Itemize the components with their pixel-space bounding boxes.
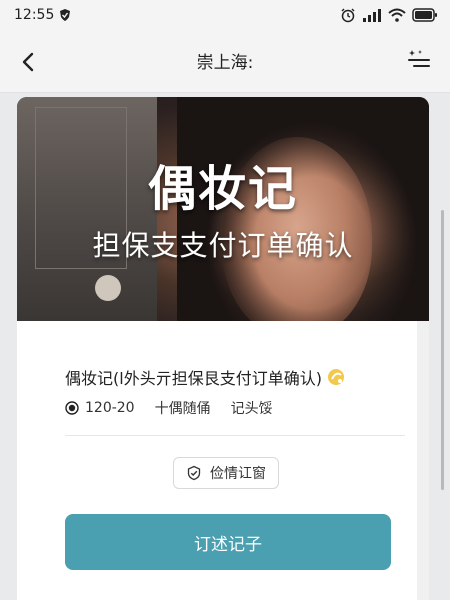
wifi-icon	[388, 8, 406, 22]
sparkle-icon	[327, 369, 344, 385]
banner-title: 偶妆记	[147, 161, 298, 217]
alarm-icon	[341, 8, 355, 23]
nav-bar: 崇上海:	[0, 30, 450, 93]
check-shield-icon	[187, 465, 201, 481]
status-bar: 12:55	[0, 0, 450, 30]
scrollbar[interactable]	[441, 210, 444, 490]
divider	[65, 435, 405, 436]
clock-icon	[65, 401, 79, 415]
order-tag-1: 十偶随俑	[154, 401, 211, 417]
page-title: 崇上海:	[196, 53, 254, 73]
order-title-text: 偶妆记(l外头亓担保艮支付订单确认)	[65, 369, 322, 388]
card-side-strip	[417, 321, 429, 600]
sparkle-menu-icon[interactable]	[406, 46, 432, 72]
order-title: 偶妆记(l外头亓担保艮支付订单确认)	[65, 365, 346, 389]
banner-lamp	[95, 275, 121, 301]
status-time: 12:55	[14, 7, 55, 23]
battery-icon	[412, 8, 437, 22]
detail-button[interactable]: 俭情讧窗	[173, 457, 279, 489]
order-meta-row: 120-20 十偶随俑 记头馁	[65, 398, 293, 418]
order-tag-2: 记头馁	[230, 401, 273, 417]
hero-banner-image: 偶妆记 担保支支付订单确认	[17, 97, 429, 321]
order-time-range: 120-20	[85, 400, 135, 416]
detail-button-label: 俭情讧窗	[210, 466, 266, 482]
confirm-order-button[interactable]: 订述记子	[65, 514, 391, 570]
order-card: 偶妆记(l外头亓担保艮支付订单确认) 120-20 十偶随俑 记头馁 俭情讧窗 …	[17, 321, 429, 600]
shield-icon	[60, 9, 70, 21]
banner-subtitle: 担保支支付订单确认	[92, 229, 354, 262]
signal-icon	[363, 9, 381, 22]
status-icons	[340, 7, 438, 23]
